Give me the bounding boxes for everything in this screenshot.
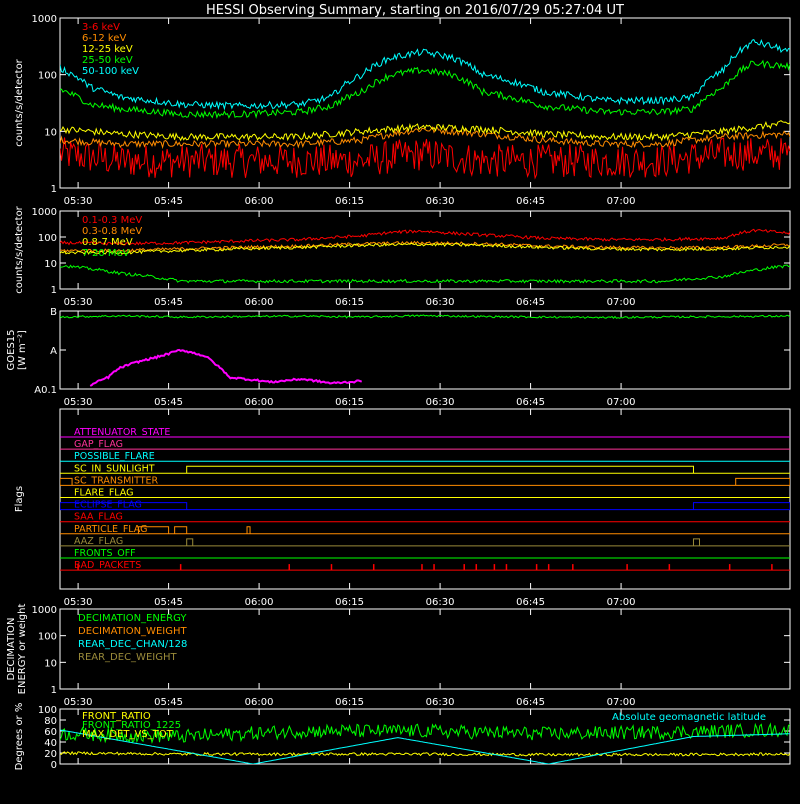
x-tick-label: 06:00 bbox=[245, 397, 274, 408]
x-tick-label: 06:15 bbox=[335, 196, 364, 207]
y-tick-label: 1 bbox=[51, 184, 57, 195]
y-tick-label: 100 bbox=[38, 71, 57, 82]
y-tick-label: 10 bbox=[44, 658, 57, 669]
x-tick-label: 06:45 bbox=[516, 597, 545, 608]
legend-entry: REAR_DEC_CHAN/128 bbox=[78, 639, 187, 650]
legend-entry: 25-50 keV bbox=[82, 55, 133, 66]
legend-entry: 0.8-7 MeV bbox=[82, 237, 133, 248]
figure-background bbox=[0, 0, 800, 800]
x-tick-label: 05:45 bbox=[154, 397, 183, 408]
flag-label: SAA_FLAG bbox=[74, 512, 123, 523]
y-axis-label: GOES15 bbox=[6, 329, 17, 370]
x-tick-label: 06:15 bbox=[335, 397, 364, 408]
y-tick-label: 1 bbox=[51, 685, 57, 696]
flag-label: FLARE_FLAG bbox=[74, 488, 134, 499]
y-tick-label: 80 bbox=[44, 716, 57, 727]
y-axis-label-2: [W m⁻²] bbox=[17, 330, 28, 370]
x-tick-label: 06:45 bbox=[516, 697, 545, 708]
flag-label: BAD_PACKETS bbox=[74, 560, 141, 571]
x-tick-label: 06:15 bbox=[335, 297, 364, 308]
x-tick-label: 06:30 bbox=[426, 397, 455, 408]
y-tick-label: A bbox=[50, 346, 57, 357]
y-axis-label: Flags bbox=[14, 486, 25, 512]
y-tick-label: 20 bbox=[44, 749, 57, 760]
y-tick-label: 60 bbox=[44, 727, 57, 738]
x-tick-label: 05:30 bbox=[64, 196, 93, 207]
flag-label: SC_IN_SUNLIGHT bbox=[74, 463, 155, 474]
legend-entry: 7-20 MeV bbox=[82, 248, 130, 259]
y-tick-label: 1000 bbox=[32, 207, 57, 218]
x-tick-label: 06:45 bbox=[516, 397, 545, 408]
flag-label: PARTICLE_FLAG bbox=[74, 524, 147, 535]
x-tick-label: 05:30 bbox=[64, 597, 93, 608]
x-tick-label: 06:15 bbox=[335, 697, 364, 708]
x-tick-label: 06:30 bbox=[426, 297, 455, 308]
flag-label: GAP_FLAG bbox=[74, 439, 123, 450]
x-tick-label: 05:45 bbox=[154, 597, 183, 608]
flag-label: ECLIPSE_FLAG bbox=[74, 500, 142, 511]
x-tick-label: 05:30 bbox=[64, 397, 93, 408]
x-tick-label: 06:45 bbox=[516, 297, 545, 308]
summary-figure: HESSI Observing Summary, starting on 201… bbox=[0, 0, 800, 800]
y-tick-label: 0 bbox=[51, 760, 57, 771]
x-tick-label: 05:45 bbox=[154, 697, 183, 708]
legend-entry: REAR_DEC_WEIGHT bbox=[78, 652, 177, 663]
flag-label: SC_TRANSMITTER bbox=[74, 475, 159, 486]
legend-entry: 0.3-0.8 MeV bbox=[82, 226, 142, 237]
y-axis-label: DECIMATION bbox=[6, 617, 17, 680]
legend-entry: 0.1-0.3 MeV bbox=[82, 215, 142, 226]
legend-entry: MAX_DET_VS_TOT bbox=[82, 729, 174, 740]
x-tick-label: 07:00 bbox=[607, 297, 636, 308]
x-tick-label: 06:30 bbox=[426, 697, 455, 708]
figure-title: HESSI Observing Summary, starting on 201… bbox=[206, 3, 624, 18]
legend-entry: DECIMATION_ENERGY bbox=[78, 613, 187, 624]
x-tick-label: 05:45 bbox=[154, 196, 183, 207]
x-tick-label: 06:00 bbox=[245, 196, 274, 207]
x-tick-label: 07:00 bbox=[607, 196, 636, 207]
y-tick-label: 1000 bbox=[32, 14, 57, 25]
y-axis-label: Degrees or % bbox=[14, 703, 25, 771]
y-tick-label: A0.1 bbox=[34, 385, 57, 396]
x-tick-label: 05:45 bbox=[154, 297, 183, 308]
y-tick-label: 10 bbox=[44, 127, 57, 138]
x-tick-label: 07:00 bbox=[607, 597, 636, 608]
flag-label: ATTENUATOR_STATE bbox=[74, 427, 170, 438]
flag-label: AAZ_FLAG bbox=[74, 536, 123, 547]
x-tick-label: 06:45 bbox=[516, 196, 545, 207]
legend-entry: 12-25 keV bbox=[82, 44, 133, 55]
y-tick-label: 100 bbox=[38, 233, 57, 244]
x-tick-label: 06:30 bbox=[426, 597, 455, 608]
legend-entry: DECIMATION_WEIGHT bbox=[78, 626, 187, 637]
y-axis-label: counts/s/detector bbox=[14, 58, 25, 146]
x-tick-label: 06:00 bbox=[245, 297, 274, 308]
legend-entry: 50-100 keV bbox=[82, 66, 139, 77]
y-tick-label: 1000 bbox=[32, 605, 57, 616]
flag-label: POSSIBLE_FLARE bbox=[74, 451, 155, 462]
x-tick-label: 06:00 bbox=[245, 597, 274, 608]
x-tick-label: 05:30 bbox=[64, 697, 93, 708]
x-tick-label: 06:00 bbox=[245, 697, 274, 708]
y-tick-label: 1 bbox=[51, 285, 57, 296]
y-tick-label: 40 bbox=[44, 738, 57, 749]
y-tick-label: 100 bbox=[38, 632, 57, 643]
y-tick-label: 100 bbox=[38, 705, 57, 716]
x-tick-label: 07:00 bbox=[607, 397, 636, 408]
flag-label: FRONTS_OFF bbox=[74, 548, 136, 559]
x-tick-label: 07:00 bbox=[607, 697, 636, 708]
legend-entry: 3-6 keV bbox=[82, 22, 120, 33]
y-axis-label-2: ENERGY or weight bbox=[17, 604, 28, 695]
y-tick-label: 10 bbox=[44, 259, 57, 270]
y-axis-label: counts/s/detector bbox=[14, 205, 25, 293]
x-tick-label: 05:30 bbox=[64, 297, 93, 308]
x-tick-label: 06:30 bbox=[426, 196, 455, 207]
legend-entry: Absolute geomagnetic latitude bbox=[612, 712, 766, 723]
x-tick-label: 06:15 bbox=[335, 597, 364, 608]
y-tick-label: B bbox=[50, 307, 57, 318]
legend-entry: 6-12 keV bbox=[82, 33, 126, 44]
observing-summary: HESSI Observing Summary, starting on 201… bbox=[0, 0, 800, 800]
